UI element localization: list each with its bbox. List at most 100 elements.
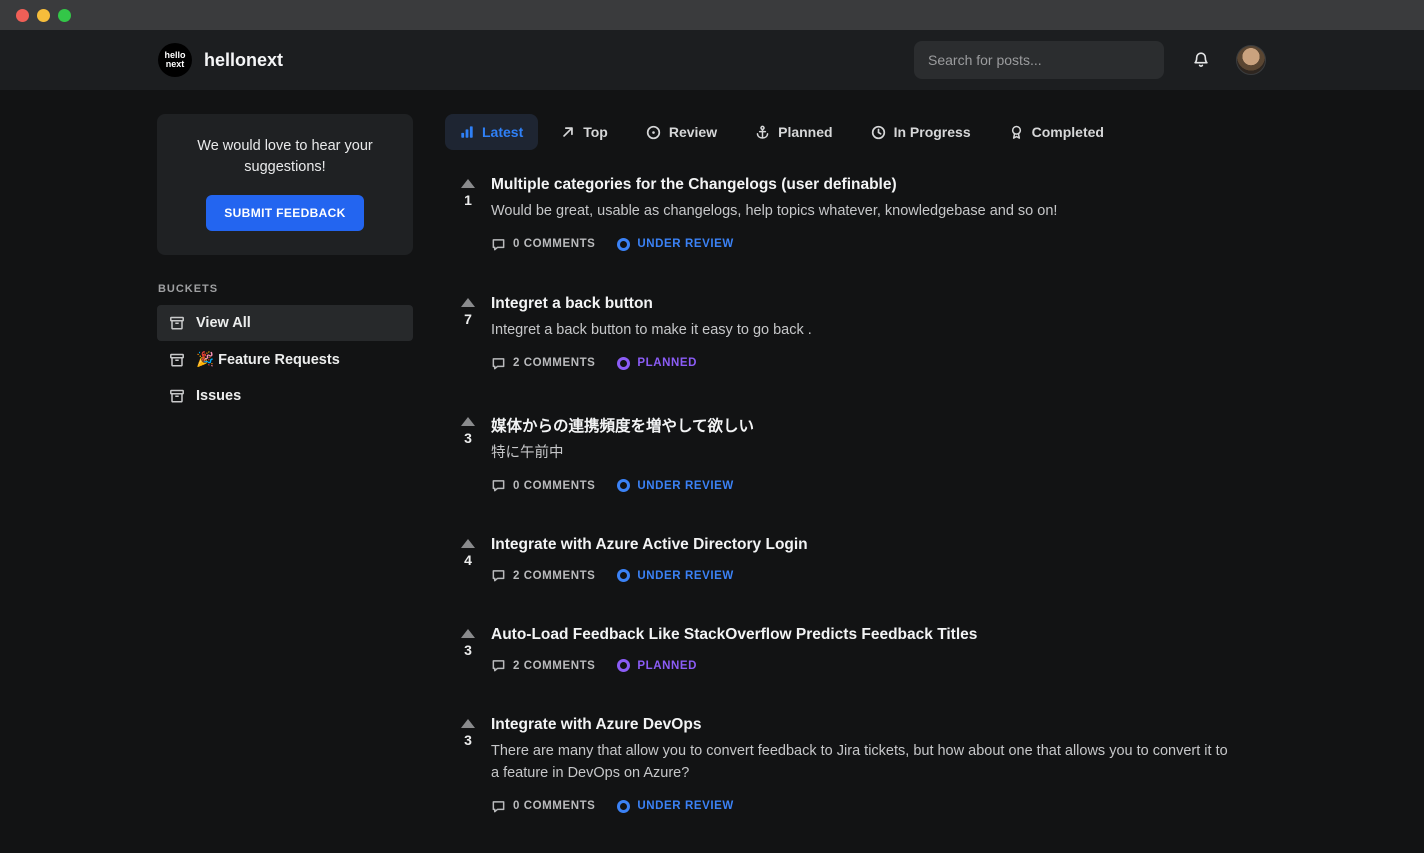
bucket-icon <box>169 388 185 404</box>
sidebar-bucket-item[interactable]: 🎉 Feature Requests <box>157 341 413 378</box>
upvote-arrow-icon <box>461 417 475 426</box>
window-titlebar <box>0 0 1424 30</box>
status-label: UNDER REVIEW <box>637 480 733 492</box>
status-ring-icon <box>617 357 630 370</box>
vote-count: 1 <box>464 192 472 208</box>
upvote-button[interactable]: 1 <box>445 176 491 252</box>
post-description: Would be great, usable as changelogs, he… <box>491 201 1236 223</box>
post-meta: 0 COMMENTS UNDER REVIEW <box>491 237 1236 252</box>
post-description: Integret a back button to make it easy t… <box>491 320 1236 342</box>
bucket-icon <box>169 352 185 368</box>
post-title[interactable]: Integret a back button <box>491 295 1236 313</box>
comments-count: 2 COMMENTS <box>491 568 595 583</box>
comments-count: 0 COMMENTS <box>491 799 595 814</box>
post-meta: 2 COMMENTS PLANNED <box>491 658 1236 673</box>
comments-count: 2 COMMENTS <box>491 356 595 371</box>
tab-label: Top <box>583 124 608 140</box>
bucket-label: View All <box>196 315 251 331</box>
post-title[interactable]: Auto-Load Feedback Like StackOverflow Pr… <box>491 626 1236 644</box>
status-badge: UNDER REVIEW <box>617 800 733 813</box>
status-badge: UNDER REVIEW <box>617 238 733 251</box>
post-meta: 2 COMMENTS UNDER REVIEW <box>491 568 1236 583</box>
tab-label: Review <box>669 124 717 140</box>
vote-count: 3 <box>464 732 472 748</box>
post-description: 特に午前中 <box>491 443 1236 465</box>
status-tabs: Latest Top Review Planned <box>445 114 1267 150</box>
buckets-list: View All 🎉 Feature Requests Issues <box>157 305 413 414</box>
bell-icon[interactable] <box>1192 51 1210 69</box>
bar-chart-icon <box>460 125 474 139</box>
upvote-button[interactable]: 3 <box>445 414 491 494</box>
post-item: 3 媒体からの連携頻度を増やして欲しい 特に午前中 0 COMMENTS <box>445 414 1267 494</box>
upvote-arrow-icon <box>461 179 475 188</box>
status-tab[interactable]: In Progress <box>856 114 986 150</box>
status-label: UNDER REVIEW <box>637 238 733 250</box>
buckets-heading: BUCKETS <box>158 283 413 295</box>
status-ring-icon <box>617 479 630 492</box>
status-tab[interactable]: Review <box>631 114 732 150</box>
comments-label: 0 COMMENTS <box>513 480 595 492</box>
zoom-window-button[interactable] <box>58 9 71 22</box>
status-label: UNDER REVIEW <box>637 800 733 812</box>
upvote-button[interactable]: 7 <box>445 295 491 371</box>
post-item: 1 Multiple categories for the Changelogs… <box>445 176 1267 252</box>
post-body: Integrate with Azure Active Directory Lo… <box>491 536 1236 583</box>
submit-feedback-button[interactable]: SUBMIT FEEDBACK <box>206 195 363 231</box>
sidebar-bucket-item[interactable]: Issues <box>157 378 413 414</box>
comments-label: 2 COMMENTS <box>513 660 595 672</box>
post-item: 7 Integret a back button Integret a back… <box>445 295 1267 371</box>
status-tab[interactable]: Planned <box>740 114 847 150</box>
comments-count: 0 COMMENTS <box>491 237 595 252</box>
status-badge: PLANNED <box>617 357 697 370</box>
tab-label: Latest <box>482 124 523 140</box>
status-tab[interactable]: Completed <box>994 114 1119 150</box>
logo-text-line2: next <box>166 60 185 69</box>
sidebar-bucket-item[interactable]: View All <box>157 305 413 341</box>
post-body: 媒体からの連携頻度を増やして欲しい 特に午前中 0 COMMENTS UNDER… <box>491 414 1236 494</box>
post-meta: 0 COMMENTS UNDER REVIEW <box>491 478 1236 493</box>
upvote-button[interactable]: 4 <box>445 536 491 583</box>
comment-icon <box>491 237 506 252</box>
vote-count: 7 <box>464 311 472 327</box>
sidebar: We would love to hear your suggestions! … <box>157 114 413 853</box>
status-label: UNDER REVIEW <box>637 570 733 582</box>
comment-icon <box>491 799 506 814</box>
post-title[interactable]: Integrate with Azure Active Directory Lo… <box>491 536 1236 554</box>
tab-label: Completed <box>1032 124 1104 140</box>
clock-icon <box>871 125 886 140</box>
app-header: hello next hellonext <box>0 30 1424 90</box>
comments-label: 0 COMMENTS <box>513 800 595 812</box>
avatar[interactable] <box>1236 45 1266 75</box>
upvote-arrow-icon <box>461 629 475 638</box>
status-ring-icon <box>617 800 630 813</box>
post-body: Auto-Load Feedback Like StackOverflow Pr… <box>491 626 1236 673</box>
comment-icon <box>491 658 506 673</box>
search-input[interactable] <box>914 41 1164 79</box>
post-title[interactable]: 媒体からの連携頻度を増やして欲しい <box>491 414 1236 436</box>
arrow-up-right-icon <box>561 125 575 139</box>
comments-label: 0 COMMENTS <box>513 238 595 250</box>
tab-label: In Progress <box>894 124 971 140</box>
status-tab[interactable]: Latest <box>445 114 538 150</box>
bucket-icon <box>169 315 185 331</box>
status-label: PLANNED <box>637 660 697 672</box>
brand-name: hellonext <box>204 50 283 71</box>
upvote-arrow-icon <box>461 719 475 728</box>
post-title[interactable]: Multiple categories for the Changelogs (… <box>491 176 1236 194</box>
upvote-button[interactable]: 3 <box>445 716 491 814</box>
post-title[interactable]: Integrate with Azure DevOps <box>491 716 1236 734</box>
anchor-icon <box>755 125 770 140</box>
brand-home-link[interactable]: hello next hellonext <box>158 43 283 77</box>
upvote-button[interactable]: 3 <box>445 626 491 673</box>
close-window-button[interactable] <box>16 9 29 22</box>
post-meta: 2 COMMENTS PLANNED <box>491 356 1236 371</box>
post-list: 1 Multiple categories for the Changelogs… <box>445 176 1267 814</box>
page-content: We would love to hear your suggestions! … <box>0 90 1424 853</box>
status-tab[interactable]: Top <box>546 114 623 150</box>
minimize-window-button[interactable] <box>37 9 50 22</box>
vote-count: 3 <box>464 430 472 446</box>
comments-count: 2 COMMENTS <box>491 658 595 673</box>
status-label: PLANNED <box>637 357 697 369</box>
comments-label: 2 COMMENTS <box>513 570 595 582</box>
comment-icon <box>491 356 506 371</box>
